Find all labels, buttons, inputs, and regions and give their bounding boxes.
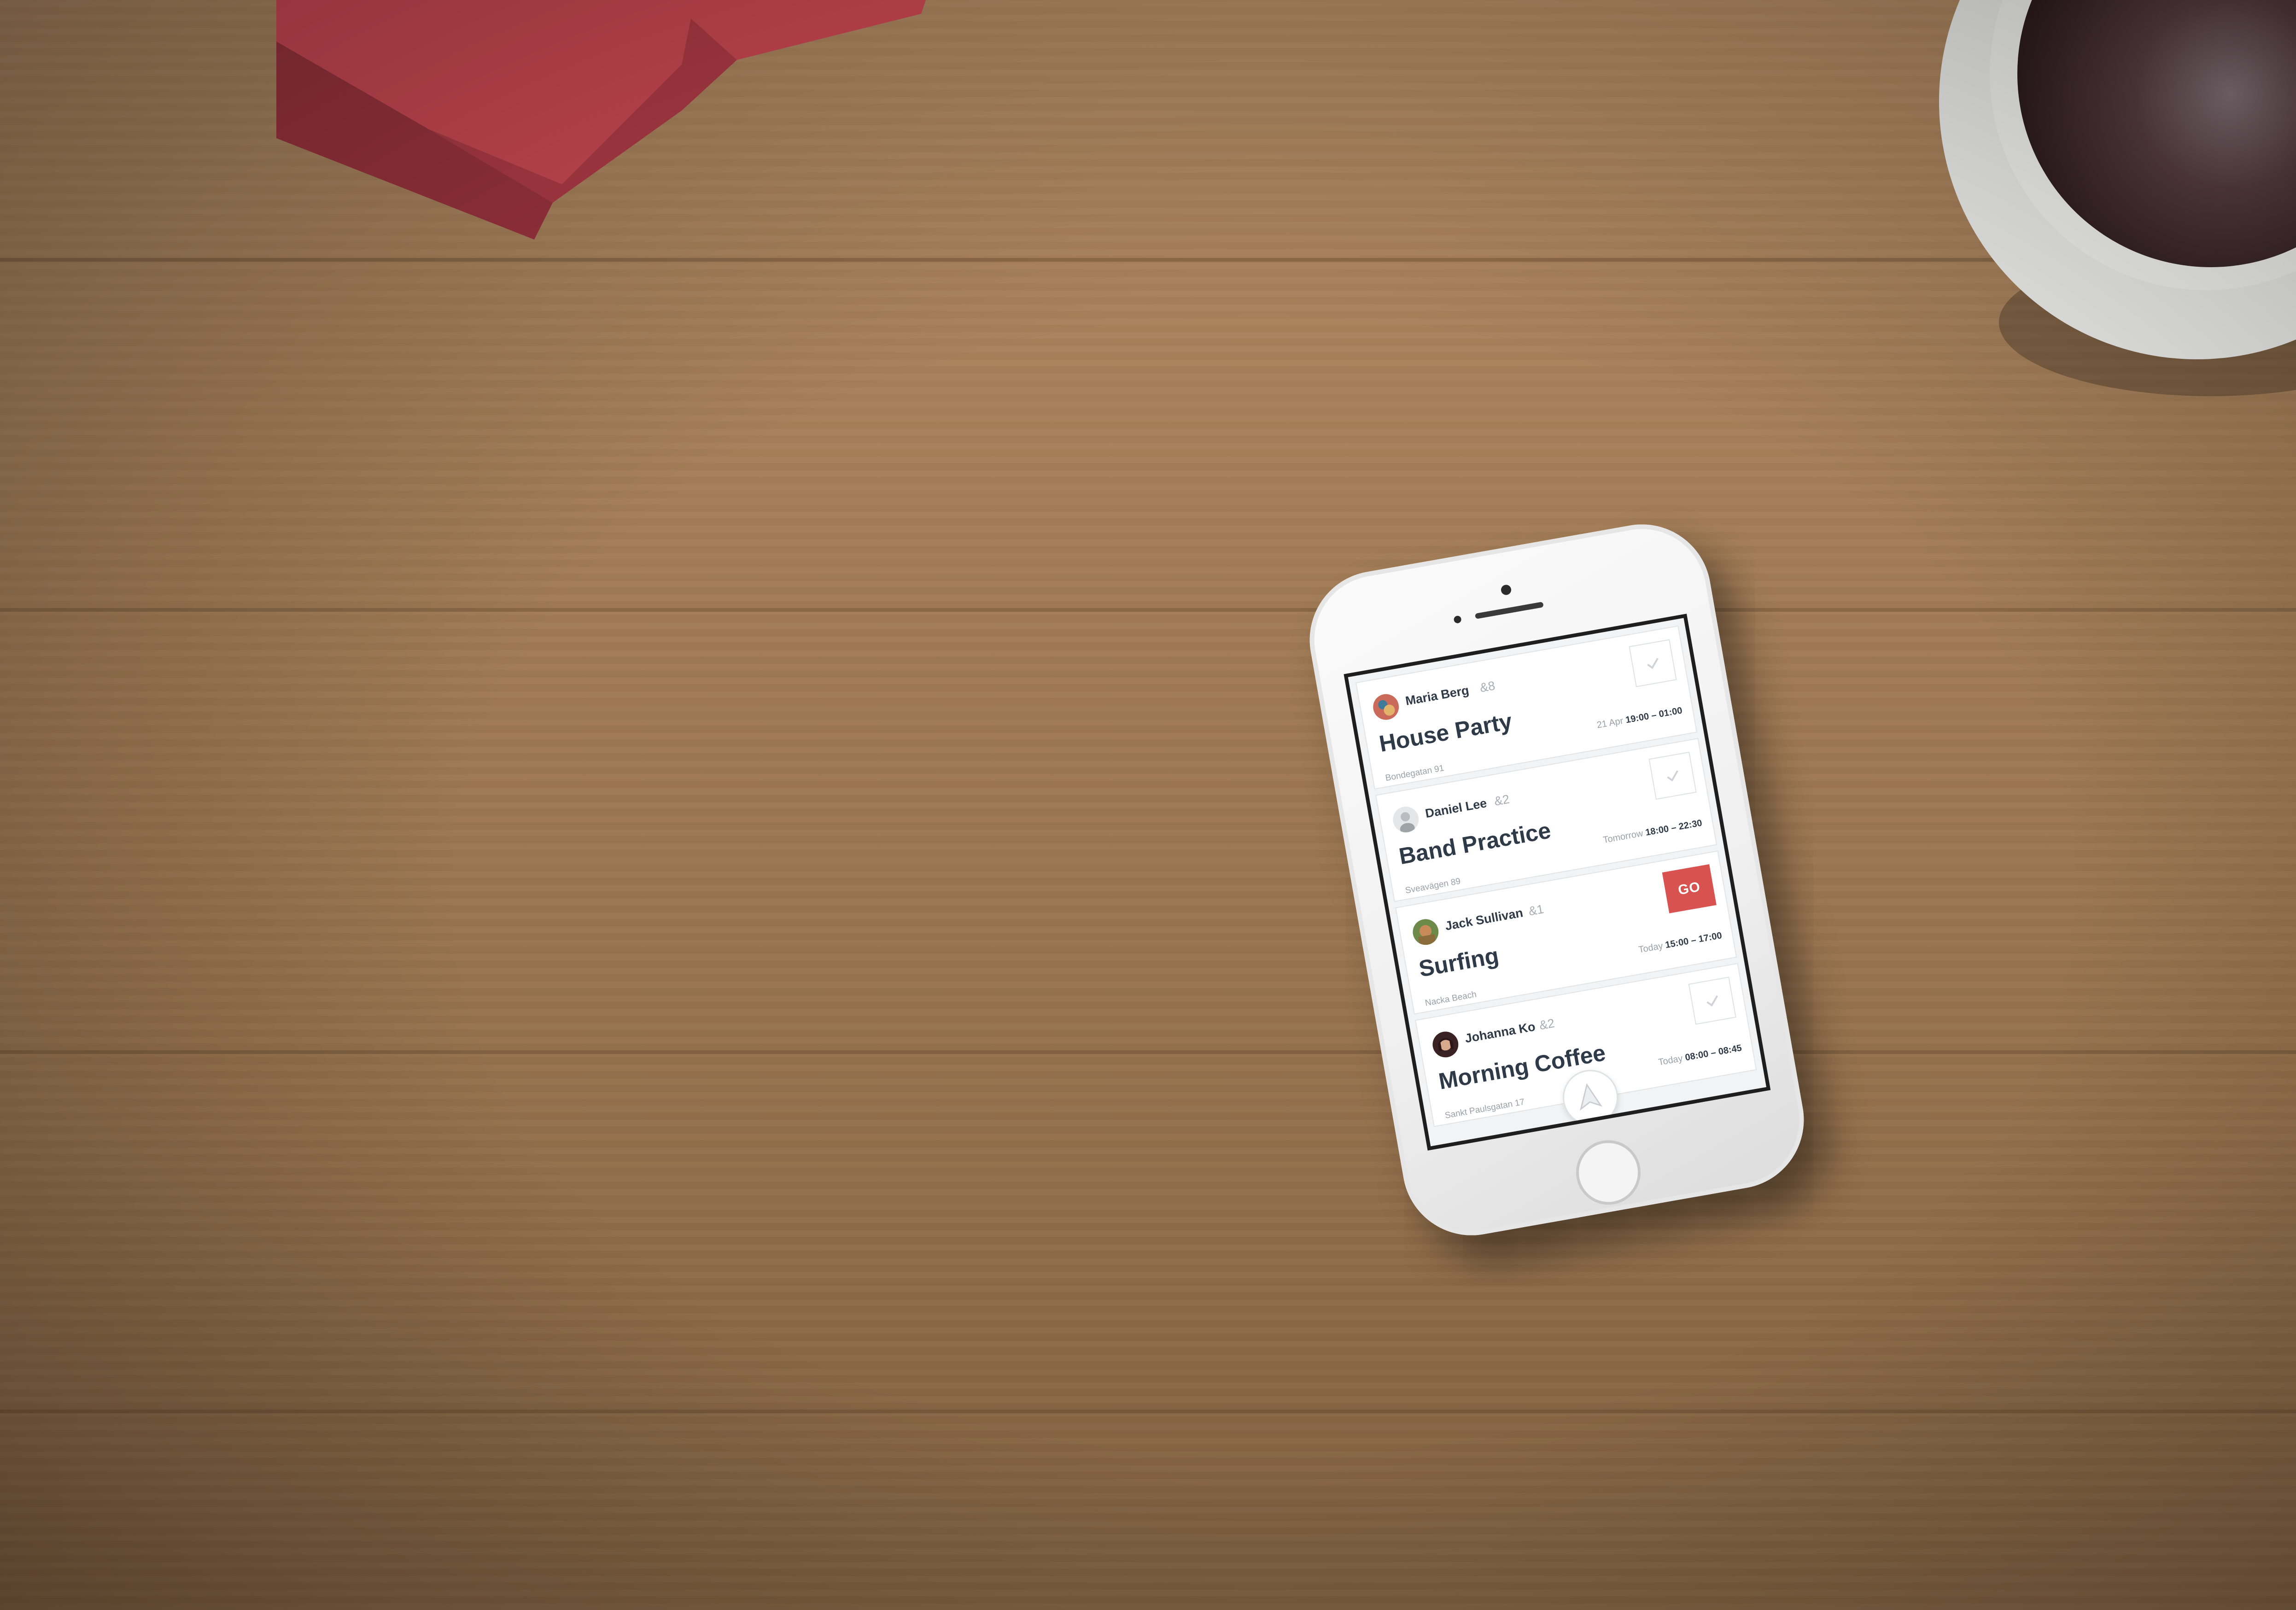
event-time: 21 Apr 19:00 – 01:00 xyxy=(1596,705,1683,731)
wood-plank-seam xyxy=(0,608,2296,612)
event-time: Today 15:00 – 17:00 xyxy=(1637,930,1723,955)
event-location: Sveavägen 89 xyxy=(1404,876,1461,896)
event-title: Band Practice xyxy=(1397,817,1553,870)
guest-count: &8 xyxy=(1478,679,1496,695)
guest-count: &2 xyxy=(1493,792,1511,808)
check-icon xyxy=(1706,995,1718,1007)
event-title: Surfing xyxy=(1417,942,1501,982)
avatar xyxy=(1373,694,1399,720)
check-icon xyxy=(1667,770,1678,782)
coffee-mug-object xyxy=(1939,0,2296,396)
avatar xyxy=(1432,1031,1459,1058)
join-check-button[interactable] xyxy=(1688,977,1736,1025)
check-icon xyxy=(1647,658,1659,669)
avatar xyxy=(1413,919,1439,946)
iphone-device: Maria Berg &8 House Party 21 Apr 19:00 –… xyxy=(1298,513,1815,1247)
guest-count: &2 xyxy=(1538,1016,1556,1033)
wood-plank-seam xyxy=(0,1050,2296,1054)
guest-count: &1 xyxy=(1527,902,1545,919)
event-time: Today 08:00 – 08:45 xyxy=(1657,1042,1743,1068)
join-check-button[interactable] xyxy=(1648,751,1697,800)
host-name: Maria Berg xyxy=(1404,683,1470,708)
event-time: Tomorrow 18:00 – 22:30 xyxy=(1602,818,1703,846)
join-check-button[interactable] xyxy=(1629,639,1677,687)
avatar xyxy=(1393,806,1419,834)
host-name: Daniel Lee xyxy=(1424,796,1488,821)
host-name: Johanna Ko xyxy=(1464,1019,1537,1046)
go-button[interactable]: GO xyxy=(1662,864,1717,913)
wood-plank-seam xyxy=(0,1410,2296,1413)
desk-background: Maria Berg &8 House Party 21 Apr 19:00 –… xyxy=(0,0,2296,1610)
event-location: Bondegatan 91 xyxy=(1385,763,1445,784)
event-location: Sankt Paulsgatan 17 xyxy=(1444,1097,1525,1121)
red-box-object xyxy=(276,0,926,240)
host-name: Jack Sullivan xyxy=(1444,906,1524,933)
event-title: House Party xyxy=(1377,708,1514,757)
event-location: Nacka Beach xyxy=(1424,989,1478,1008)
